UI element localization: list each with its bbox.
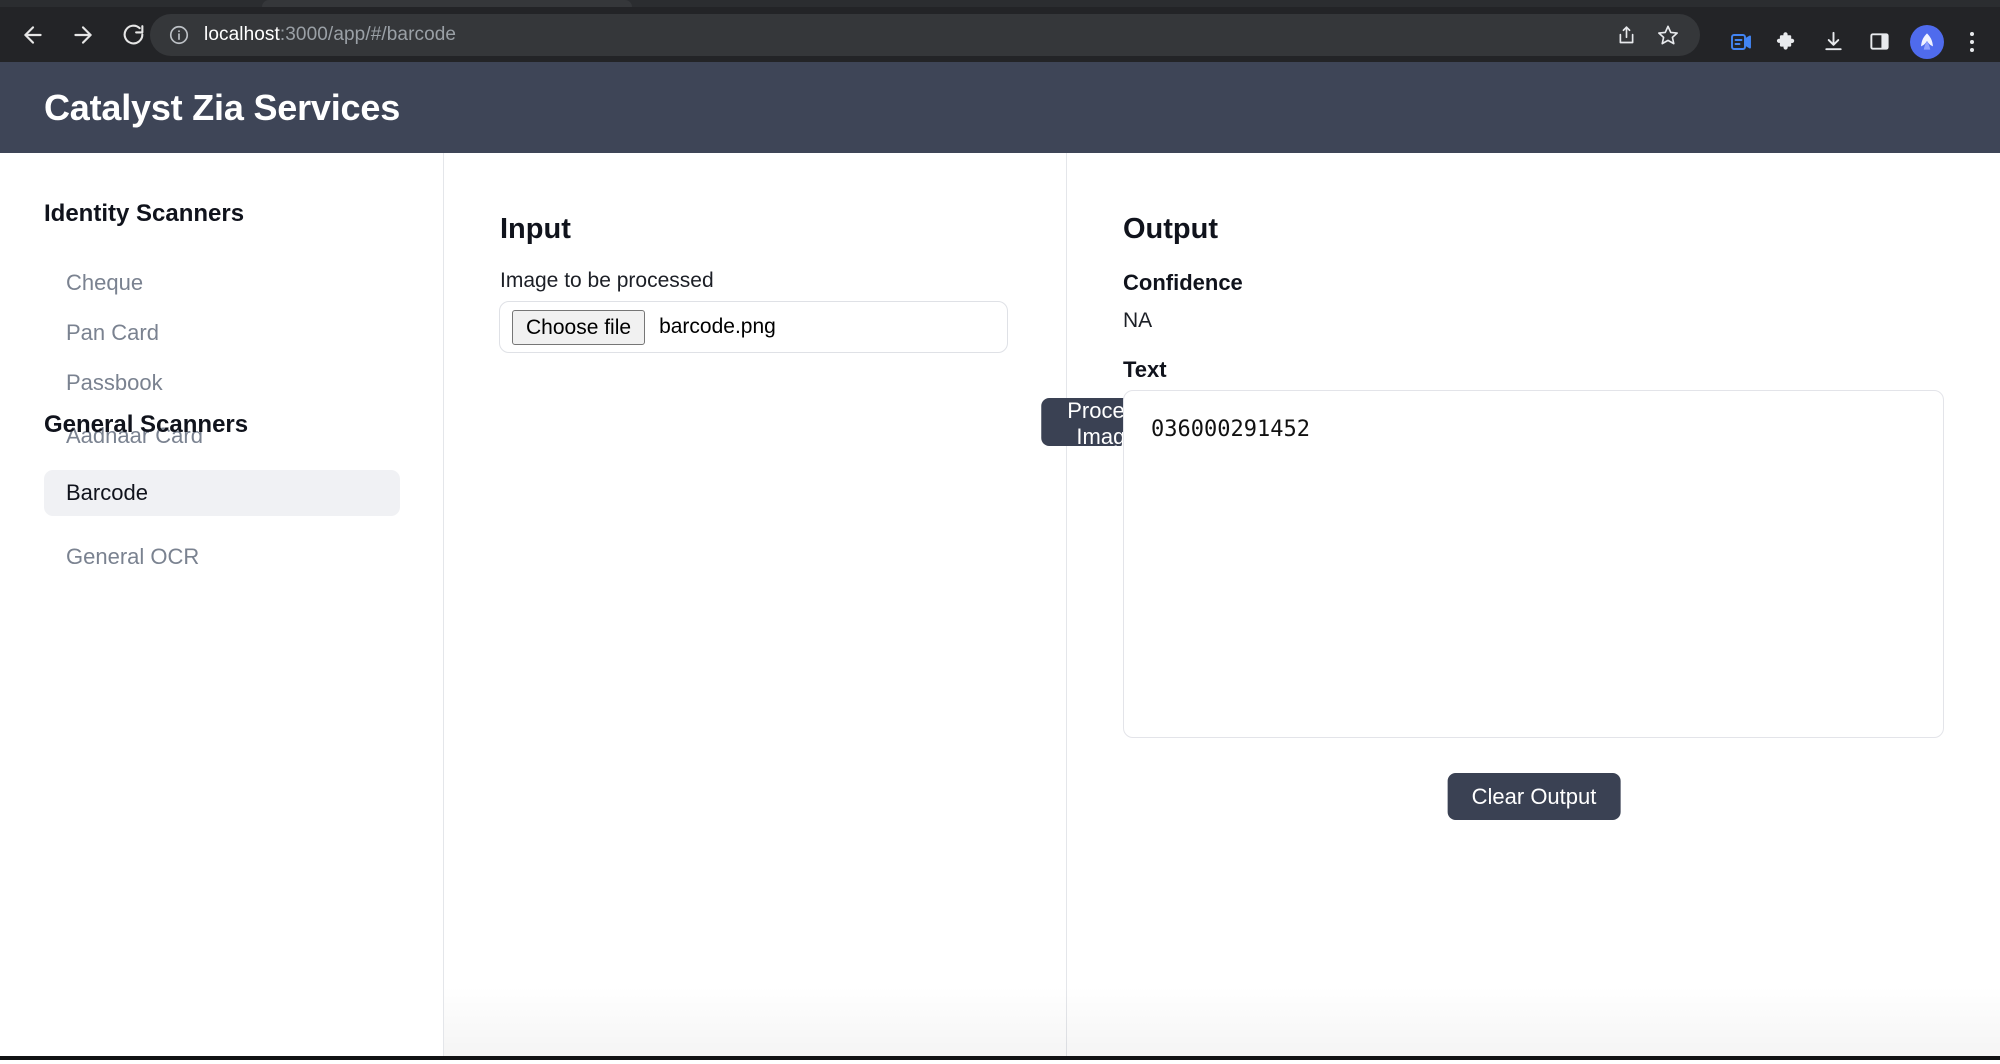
sidebar-item-pan-card[interactable]: Pan Card (44, 310, 400, 356)
sidebar-group-title-identity-scanners: Identity Scanners (44, 200, 245, 227)
input-panel-heading: Input (500, 213, 571, 245)
confidence-label: Confidence (1123, 270, 1243, 295)
sidebar-item-label: Cheque (66, 270, 144, 295)
side-panel-icon[interactable] (1858, 21, 1900, 63)
toolbar-right-actions (1720, 14, 2000, 69)
output-text-area[interactable]: 036000291452 (1123, 390, 1944, 738)
output-text-value: 036000291452 (1151, 417, 1310, 442)
profile-avatar-icon[interactable] (1910, 24, 1944, 59)
sidebar-item-label: Passbook (66, 370, 163, 395)
download-icon[interactable] (1812, 21, 1854, 63)
sidebar-item-label: General OCR (66, 544, 200, 569)
sidebar-item-barcode[interactable]: Barcode (44, 470, 400, 516)
output-panel-heading: Output (1123, 213, 1219, 245)
video-note-icon[interactable] (1720, 21, 1762, 63)
selected-file-name: barcode.png (659, 315, 776, 338)
sidebar-item-general-ocr[interactable]: General OCR (44, 534, 400, 580)
address-bar[interactable]: localhost:3000/app/#/barcode (150, 14, 1700, 56)
back-arrow-icon[interactable] (12, 14, 54, 56)
sidebar-item-cheque[interactable]: Cheque (44, 260, 400, 306)
app-title: Catalyst Zia Services (44, 86, 401, 128)
tab-strip (0, 0, 2000, 7)
page-bottom-edge (0, 1056, 2000, 1060)
page-body: Identity Scanners Cheque Pan Card Passbo… (0, 153, 2000, 1060)
omnibox-actions (1608, 14, 1686, 56)
clear-output-button[interactable]: Clear Output (1447, 773, 1621, 820)
site-info-icon[interactable] (168, 24, 190, 46)
sidebar-item-passbook[interactable]: Passbook (44, 360, 400, 406)
puzzle-icon[interactable] (1766, 21, 1808, 63)
menu-dot (1970, 39, 1974, 44)
forward-arrow-icon[interactable] (62, 14, 104, 56)
text-label: Text (1123, 357, 1167, 382)
url-host: localhost (204, 24, 280, 45)
url-text: localhost:3000/app/#/barcode (204, 24, 456, 46)
browser-chrome: localhost:3000/app/#/barcode (0, 0, 2000, 62)
output-panel: Output Confidence NA Text 036000291452 C… (1067, 153, 2000, 1060)
menu-dot (1970, 47, 1974, 52)
share-icon[interactable] (1608, 17, 1644, 53)
three-dot-menu-icon[interactable] (1954, 21, 1990, 63)
sidebar-item-label: Pan Card (66, 320, 159, 345)
reload-icon[interactable] (112, 14, 154, 56)
sidebar-item-label: Barcode (66, 480, 148, 505)
input-panel: Input Image to be processed Choose file … (444, 153, 1173, 1060)
app-header: Catalyst Zia Services (0, 62, 2000, 153)
image-field-label: Image to be processed (500, 269, 714, 292)
browser-toolbar: localhost:3000/app/#/barcode (0, 7, 2000, 62)
menu-dot (1970, 31, 1974, 36)
choose-file-button[interactable]: Choose file (512, 309, 646, 345)
star-icon[interactable] (1650, 17, 1686, 53)
url-path: :3000/app/#/barcode (279, 24, 457, 45)
sidebar: Identity Scanners Cheque Pan Card Passbo… (0, 153, 443, 1060)
sidebar-group-title-general-scanners: General Scanners (44, 411, 249, 438)
confidence-value: NA (1123, 309, 1153, 332)
file-input[interactable]: Choose file barcode.png (499, 301, 1008, 353)
browser-tab-active[interactable] (262, 0, 632, 7)
